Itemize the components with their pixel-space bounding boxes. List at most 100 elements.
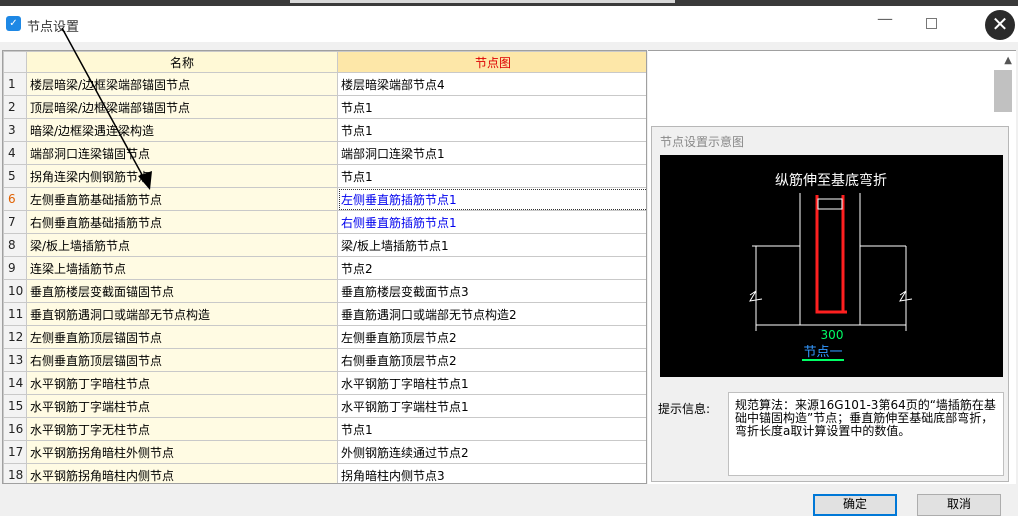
row-node-cell[interactable]: 端部洞口连梁节点1 (337, 141, 646, 165)
row-index[interactable]: 18 (3, 463, 27, 483)
base-top-left-line (752, 245, 801, 265)
diagram-caption: 纵筋伸至基底弯折 (775, 172, 887, 189)
row-node-cell[interactable]: 左侧垂直筋插筋节点1 (337, 187, 646, 211)
row-index[interactable]: 4 (3, 141, 27, 165)
row-index[interactable]: 8 (3, 233, 27, 257)
close-button[interactable]: ✕ (985, 10, 1015, 40)
row-name-cell[interactable]: 右侧垂直筋顶层锚固节点 (26, 348, 338, 372)
row-name-cell[interactable]: 左侧垂直筋顶层锚固节点 (26, 325, 338, 349)
row-node-cell[interactable]: 左侧垂直筋顶层节点2 (337, 325, 646, 349)
table-row[interactable]: 8 梁/板上墙插筋节点 梁/板上墙插筋节点1 (3, 233, 646, 257)
row-index[interactable]: 3 (3, 118, 27, 142)
node-column-header[interactable]: 节点图 (337, 51, 646, 73)
dimension-value: 300 (821, 328, 844, 342)
title-bar: ✓ 节点设置 — ✕ (0, 6, 1018, 42)
table-row[interactable]: 7 右侧垂直筋基础插筋节点 右侧垂直筋插筋节点1 (3, 210, 646, 234)
row-name-cell[interactable]: 楼层暗梁/边框梁端部锚固节点 (26, 72, 338, 96)
row-node-cell[interactable]: 右侧垂直筋插筋节点1 (337, 210, 646, 234)
row-name-cell[interactable]: 暗梁/边框梁遇连梁构造 (26, 118, 338, 142)
row-index[interactable]: 9 (3, 256, 27, 280)
maximize-button[interactable] (926, 18, 937, 29)
row-name-cell[interactable]: 顶层暗梁/边框梁端部锚固节点 (26, 95, 338, 119)
row-name-cell[interactable]: 垂直筋楼层变截面锚固节点 (26, 279, 338, 303)
table-row[interactable]: 16 水平钢筋丁字无柱节点 节点1 (3, 417, 646, 441)
row-node-cell[interactable]: 节点1 (337, 417, 646, 441)
minimize-button[interactable]: — (873, 8, 897, 32)
diagram-panel-title: 节点设置示意图 (660, 135, 745, 149)
table-header-row: 名称 节点图 (3, 51, 646, 73)
row-index[interactable]: 16 (3, 417, 27, 441)
node-diagram: 纵筋伸至基底弯折 300 节点一 (660, 155, 1003, 377)
row-index[interactable]: 5 (3, 164, 27, 188)
row-name-cell[interactable]: 拐角连梁内侧钢筋节点 (26, 164, 338, 188)
node-diagram-svg: 纵筋伸至基底弯折 300 节点一 (749, 172, 913, 361)
table-row[interactable]: 12 左侧垂直筋顶层锚固节点 左侧垂直筋顶层节点2 (3, 325, 646, 349)
row-name-cell[interactable]: 垂直钢筋遇洞口或端部无节点构造 (26, 302, 338, 326)
row-name-cell[interactable]: 梁/板上墙插筋节点 (26, 233, 338, 257)
index-header (3, 51, 27, 73)
cap-box (817, 198, 843, 210)
node-settings-table[interactable]: 名称 节点图 1 楼层暗梁/边框梁端部锚固节点 楼层暗梁端部节点4 2 顶层暗梁/边框梁… (2, 50, 647, 484)
row-name-cell[interactable]: 水平钢筋丁字暗柱节点 (26, 371, 338, 395)
row-index[interactable]: 6 (3, 187, 27, 211)
row-node-cell[interactable]: 拐角暗柱内侧节点3 (337, 463, 646, 483)
row-node-cell[interactable]: 右侧垂直筋顶层节点2 (337, 348, 646, 372)
table-row[interactable]: 6 左侧垂直筋基础插筋节点 左侧垂直筋插筋节点1 (3, 187, 646, 211)
top-edge-gap (290, 0, 675, 3)
table-row[interactable]: 15 水平钢筋丁字端柱节点 水平钢筋丁字端柱节点1 (3, 394, 646, 418)
row-index[interactable]: 14 (3, 371, 27, 395)
table-row[interactable]: 3 暗梁/边框梁遇连梁构造 节点1 (3, 118, 646, 142)
row-node-cell[interactable]: 水平钢筋丁字暗柱节点1 (337, 371, 646, 395)
row-name-cell[interactable]: 左侧垂直筋基础插筋节点 (26, 187, 338, 211)
row-name-cell[interactable]: 水平钢筋拐角暗柱内侧节点 (26, 463, 338, 483)
table-row[interactable]: 11 垂直钢筋遇洞口或端部无节点构造 垂直筋遇洞口或端部无节点构造2 (3, 302, 646, 326)
table-row[interactable]: 18 水平钢筋拐角暗柱内侧节点 拐角暗柱内侧节点3 (3, 463, 646, 483)
app-icon: ✓ (6, 16, 21, 31)
row-node-cell[interactable]: 节点1 (337, 118, 646, 142)
table-row[interactable]: 14 水平钢筋丁字暗柱节点 水平钢筋丁字暗柱节点1 (3, 371, 646, 395)
row-name-cell[interactable]: 端部洞口连梁锚固节点 (26, 141, 338, 165)
row-node-cell[interactable]: 垂直筋楼层变截面节点3 (337, 279, 646, 303)
table-row[interactable]: 4 端部洞口连梁锚固节点 端部洞口连梁节点1 (3, 141, 646, 165)
table-row[interactable]: 1 楼层暗梁/边框梁端部锚固节点 楼层暗梁端部节点4 (3, 72, 646, 96)
table-row[interactable]: 2 顶层暗梁/边框梁端部锚固节点 节点1 (3, 95, 646, 119)
scrollbar-thumb[interactable] (994, 70, 1012, 112)
row-name-cell[interactable]: 水平钢筋拐角暗柱外侧节点 (26, 440, 338, 464)
row-index[interactable]: 12 (3, 325, 27, 349)
row-node-cell[interactable]: 节点2 (337, 256, 646, 280)
cancel-button[interactable]: 取消 (917, 494, 1001, 516)
row-index[interactable]: 13 (3, 348, 27, 372)
row-name-cell[interactable]: 连梁上墙插筋节点 (26, 256, 338, 280)
row-node-cell[interactable]: 节点1 (337, 164, 646, 188)
row-node-cell[interactable]: 楼层暗梁端部节点4 (337, 72, 646, 96)
node-label: 节点一 (803, 345, 842, 360)
name-column-header[interactable]: 名称 (26, 51, 338, 73)
row-index[interactable]: 7 (3, 210, 27, 234)
row-index[interactable]: 17 (3, 440, 27, 464)
row-name-cell[interactable]: 水平钢筋丁字无柱节点 (26, 417, 338, 441)
row-index[interactable]: 15 (3, 394, 27, 418)
table-row[interactable]: 5 拐角连梁内侧钢筋节点 节点1 (3, 164, 646, 188)
row-node-cell[interactable]: 梁/板上墙插筋节点1 (337, 233, 646, 257)
scroll-up-icon[interactable]: ▲ (1004, 55, 1012, 66)
base-top-right-line (859, 245, 906, 265)
row-node-cell[interactable]: 节点1 (337, 95, 646, 119)
table-row[interactable]: 10 垂直筋楼层变截面锚固节点 垂直筋楼层变截面节点3 (3, 279, 646, 303)
row-name-cell[interactable]: 水平钢筋丁字端柱节点 (26, 394, 338, 418)
table-row[interactable]: 17 水平钢筋拐角暗柱外侧节点 外侧钢筋连续通过节点2 (3, 440, 646, 464)
window-title: 节点设置 (27, 20, 80, 35)
hint-text: 规范算法：来源16G101-3第64页的“墙插筋在基础中锚固构造”节点；垂直筋伸… (728, 392, 1004, 476)
hint-label: 提示信息: (658, 402, 711, 416)
row-node-cell[interactable]: 垂直筋遇洞口或端部无节点构造2 (337, 302, 646, 326)
row-index[interactable]: 2 (3, 95, 27, 119)
table-row[interactable]: 9 连梁上墙插筋节点 节点2 (3, 256, 646, 280)
row-index[interactable]: 10 (3, 279, 27, 303)
row-node-cell[interactable]: 外侧钢筋连续通过节点2 (337, 440, 646, 464)
row-index[interactable]: 1 (3, 72, 27, 96)
diagram-panel: 节点设置示意图 纵筋伸至基底弯折 300 节点一 提示信息: 规范算法：来源16… (651, 126, 1009, 482)
table-row[interactable]: 13 右侧垂直筋顶层锚固节点 右侧垂直筋顶层节点2 (3, 348, 646, 372)
row-name-cell[interactable]: 右侧垂直筋基础插筋节点 (26, 210, 338, 234)
ok-button[interactable]: 确定 (813, 494, 897, 516)
row-node-cell[interactable]: 水平钢筋丁字端柱节点1 (337, 394, 646, 418)
row-index[interactable]: 11 (3, 302, 27, 326)
